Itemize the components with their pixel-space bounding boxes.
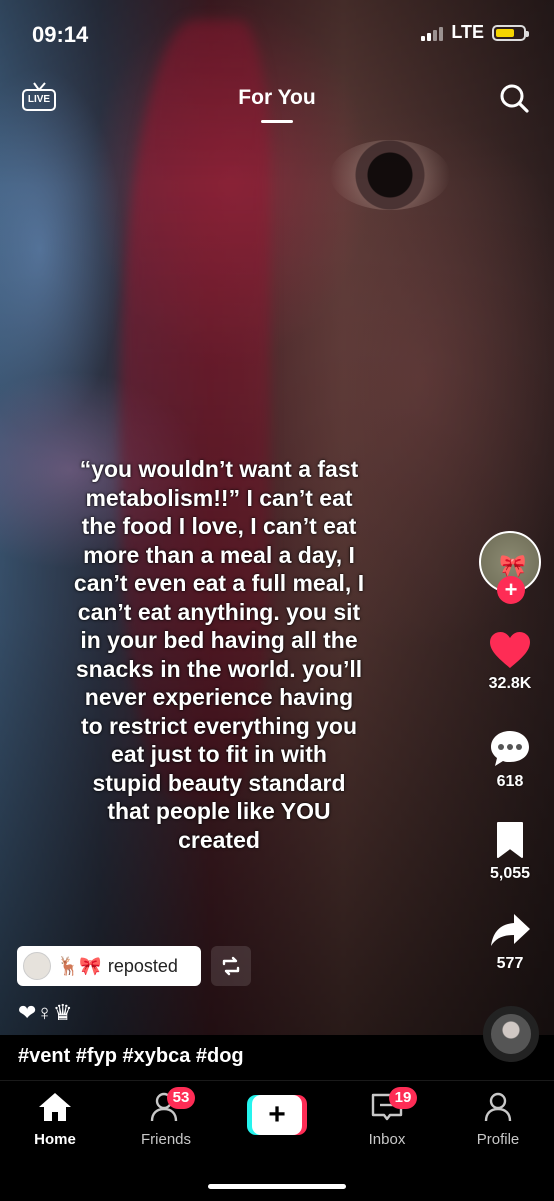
tab-for-you[interactable]: For You [0,86,554,110]
plus-icon: + [252,1095,302,1135]
status-time: 09:14 [32,22,89,47]
create-button[interactable]: + [247,1095,307,1135]
nav-friends-label: Friends [140,1131,192,1148]
network-label: LTE [451,22,484,42]
repost-label: reposted [107,955,178,976]
bookmark-icon [497,822,523,858]
nav-inbox[interactable]: Inbox [342,1091,432,1148]
nav-inbox-label: Inbox [368,1131,406,1148]
nav-home[interactable]: Home [10,1091,100,1148]
search-icon[interactable] [498,82,530,114]
follow-plus-button[interactable]: + [497,576,525,604]
nav-profile[interactable]: Profile [453,1091,543,1148]
inbox-badge: 19 [389,1087,417,1109]
reposter-avatar [23,952,51,980]
friends-badge: 53 [167,1087,195,1109]
video-hashtags[interactable]: #vent #fyp #xybca #dog [18,1045,244,1068]
comment-button[interactable]: 618 [470,728,550,791]
video-caption-overlay: “you wouldn’t want a fast metabolism!!” … [73,456,365,853]
bookmark-count: 5,055 [489,865,531,882]
bow-icon: 🎀 [499,553,527,578]
creator-name-symbols[interactable]: ❤♀♛ [18,1000,73,1026]
tab-active-indicator [261,120,293,123]
profile-icon [484,1092,512,1122]
sound-disc[interactable] [483,1006,539,1062]
battery-fill [496,28,514,37]
share-count: 577 [496,955,524,972]
top-nav: LIVE For You [0,76,554,126]
share-arrow-icon [491,914,530,946]
sound-disc-thumbnail [491,1014,531,1054]
home-icon [39,1093,71,1121]
status-icons: LTE [421,22,529,43]
heart-icon [490,632,530,668]
comment-count: 618 [496,773,524,790]
nav-friends[interactable]: Friends [121,1091,211,1148]
nav-profile-label: Profile [476,1131,520,1148]
bookmark-button[interactable]: 5,055 [470,820,550,883]
status-bar: 09:14 LTE [0,0,554,70]
battery-icon [492,24,529,41]
like-button[interactable]: 32.8K [470,630,550,693]
signal-icon [421,25,444,41]
repost-button[interactable] [211,946,251,986]
nav-home-label: Home [34,1131,76,1148]
repost-icon [222,956,240,976]
like-count: 32.8K [488,675,532,692]
repost-chip[interactable]: 🦌🎀 reposted [17,946,201,986]
comment-icon [491,731,529,766]
home-indicator [208,1184,346,1189]
bottom-nav: Home Friends 53 + Inbox 19 Profile [0,1080,554,1201]
share-button[interactable]: 577 [470,910,550,973]
reposter-emoji: 🦌🎀 [57,955,102,976]
